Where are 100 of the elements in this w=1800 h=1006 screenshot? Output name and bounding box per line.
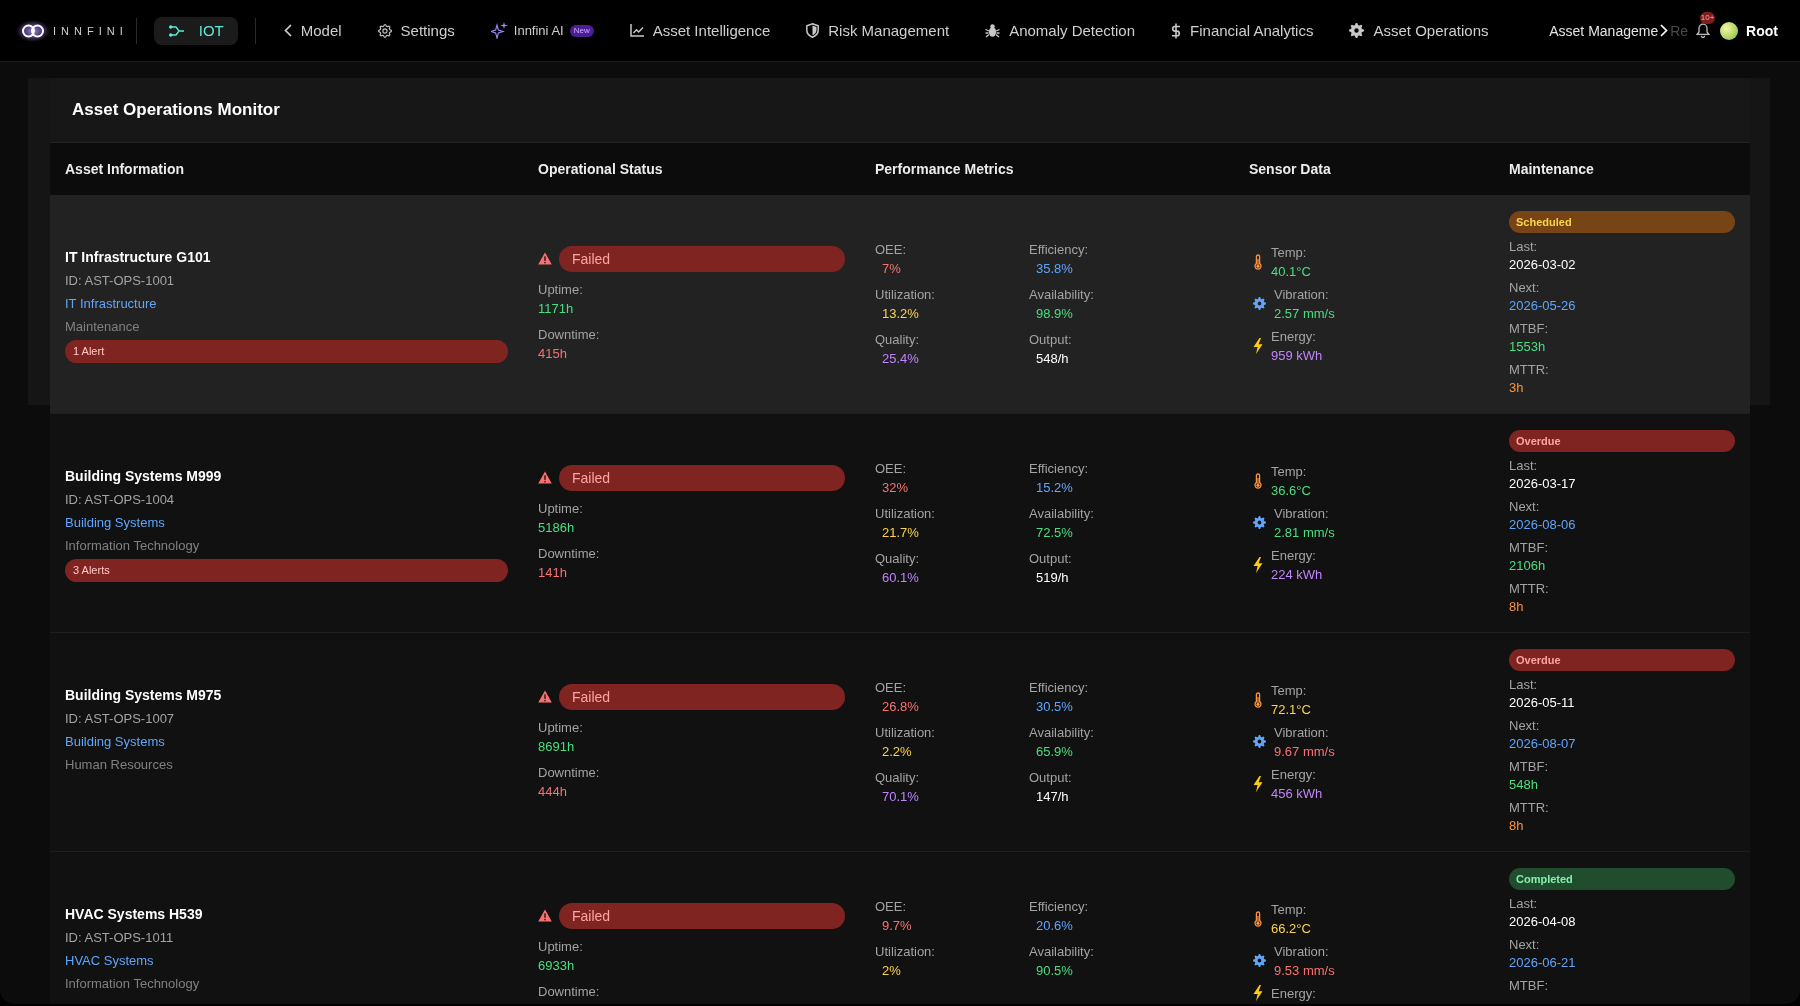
status-badge: Failed (559, 464, 845, 491)
metric-value: 13.2% (882, 305, 919, 321)
metric-value: 2% (882, 962, 901, 978)
maintenance-label: MTBF: (1509, 538, 1548, 557)
settings-icon (377, 23, 392, 38)
network-icon (168, 24, 184, 37)
bell-icon[interactable] (1696, 23, 1711, 38)
warning-icon (538, 690, 552, 703)
stat-label: Downtime: (538, 763, 600, 782)
lightning-icon (1253, 775, 1263, 792)
column-header: Performance Metrics (874, 161, 1015, 177)
shield-icon (806, 23, 820, 38)
thermometer-icon (1253, 691, 1263, 708)
metric-value: 548/h (1036, 350, 1069, 366)
thermometer-icon (1253, 472, 1263, 489)
maintenance-label: Last: (1509, 456, 1538, 475)
sensor-value: 72.1°C (1271, 700, 1311, 719)
maintenance-badge: Scheduled (1509, 210, 1735, 233)
stat-value: 141h (538, 563, 567, 582)
sensor-label: Temp: (1271, 900, 1307, 919)
metric-label: OEE: (875, 679, 907, 695)
user-name[interactable]: Root (1746, 22, 1778, 39)
metric-label: Quality: (875, 550, 920, 566)
maintenance-value: 2026-04-08 (1509, 912, 1576, 931)
chevron-right-icon[interactable] (1660, 24, 1669, 37)
maintenance-label: MTTR: (1509, 798, 1549, 817)
table-row[interactable] (50, 195, 1750, 414)
lightning-icon (1253, 985, 1263, 1001)
maintenance-label: Next: (1509, 716, 1540, 735)
maintenance-label: Last: (1509, 237, 1538, 256)
stat-value: 8691h (538, 737, 575, 756)
maintenance-value: 2026-05-11 (1509, 693, 1575, 712)
maintenance-value: 1553h (1509, 337, 1546, 356)
metric-label: Availability: (1029, 505, 1094, 521)
column-header: Asset Information (64, 161, 185, 177)
asset-name: HVAC Systems H539 (65, 904, 204, 924)
nav-link[interactable]: Settings (377, 22, 455, 39)
metric-value: 70.1% (882, 788, 919, 804)
sensor-value: 2.81 mm/s (1274, 523, 1335, 542)
sensor-label: Temp: (1271, 462, 1307, 481)
nav-link[interactable]: Innfini AI New (490, 22, 594, 39)
chart-icon (629, 24, 644, 37)
avatar-icon[interactable] (1720, 21, 1739, 40)
bug-icon (985, 23, 1001, 38)
metric-label: Utilization: (875, 943, 935, 959)
warning-icon (538, 471, 552, 484)
sensor-label: Energy: (1271, 546, 1316, 565)
stat-value: 6933h (538, 956, 575, 975)
sensor-label: Vibration: (1274, 504, 1329, 523)
nav-link[interactable]: Asset Manageme (1549, 22, 1659, 39)
nav-link[interactable]: Asset Intelligence (629, 22, 771, 39)
maintenance-value: 2026-08-06 (1509, 515, 1576, 534)
gear-icon (1253, 735, 1266, 748)
nav-link[interactable]: Financial Analytics (1171, 22, 1314, 39)
department-text: Information Technology (65, 975, 200, 991)
stat-label: Downtime: (538, 544, 600, 563)
category-link[interactable]: Building Systems (65, 733, 165, 749)
stat-value: 444h (538, 782, 567, 801)
category-link[interactable]: Building Systems (65, 514, 165, 530)
nav-link[interactable]: Anomaly Detection (985, 22, 1136, 39)
table-row[interactable] (50, 633, 1750, 852)
sensor-value: 2.57 mm/s (1274, 304, 1335, 323)
nav-link[interactable]: Asset Operations (1349, 22, 1489, 39)
metric-label: Availability: (1029, 724, 1094, 740)
back-link[interactable]: Model (283, 22, 342, 39)
sensor-value: 36.6°C (1271, 481, 1311, 500)
alert-badge: 3 Alerts (65, 558, 508, 582)
column-header: Sensor Data (1248, 161, 1332, 177)
status-badge: Failed (559, 902, 845, 929)
iot-button[interactable]: IOT (153, 16, 238, 45)
sensor-value: 456 kWh (1271, 784, 1323, 803)
status-badge: Failed (559, 683, 845, 710)
maintenance-label: MTBF: (1509, 757, 1548, 776)
sensor-label: Energy: (1271, 327, 1316, 346)
asset-id: ID: AST-OPS-1007 (65, 709, 176, 728)
metric-value: 35.8% (1036, 260, 1073, 276)
maintenance-value: 2026-03-02 (1509, 255, 1576, 274)
metric-label: Quality: (875, 331, 920, 347)
maintenance-label: MTBF: (1509, 319, 1548, 338)
column-header: Maintenance (1508, 161, 1595, 177)
stat-label: Uptime: (538, 499, 583, 518)
metric-value: 9.7% (882, 917, 912, 933)
metric-value: 7% (882, 260, 901, 276)
maintenance-value: 2026-05-26 (1509, 296, 1576, 315)
maintenance-value: 2026-03-17 (1509, 474, 1576, 493)
gear-icon (1253, 954, 1266, 967)
stat-value: 5186h (538, 518, 575, 537)
category-link[interactable]: IT Infrastructure (65, 295, 157, 311)
asset-name: Building Systems M999 (65, 466, 223, 486)
stat-label: Downtime: (538, 982, 600, 1001)
metric-label: OEE: (875, 241, 907, 257)
table-row[interactable] (50, 414, 1750, 633)
nav-link[interactable]: Risk Management (806, 22, 950, 39)
category-link[interactable]: HVAC Systems (65, 952, 154, 968)
metric-label: Availability: (1029, 943, 1094, 959)
sensor-value: 959 kWh (1271, 346, 1323, 365)
stat-label: Downtime: (538, 325, 600, 344)
department-text: Maintenance (65, 318, 140, 334)
thermometer-icon (1253, 253, 1263, 270)
metric-label: Utilization: (875, 286, 935, 302)
